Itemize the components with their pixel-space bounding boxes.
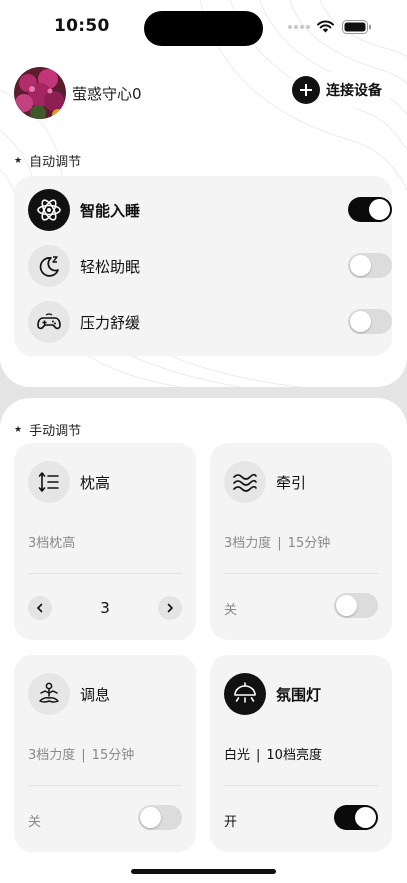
status-time: 10:50 bbox=[54, 16, 110, 36]
breath-toggle[interactable] bbox=[138, 805, 182, 830]
status-bar: 10:50 bbox=[0, 0, 407, 56]
traction-toggle[interactable] bbox=[334, 593, 378, 618]
pillow-height-header: 枕高 bbox=[28, 461, 110, 503]
auto-section-title-text: 自动调节 bbox=[29, 155, 82, 170]
wifi-icon bbox=[317, 20, 334, 33]
pillow-height-card[interactable]: 枕高 3档枕高 3 bbox=[14, 443, 196, 640]
manual-section-title: ★ 手动调节 bbox=[14, 420, 81, 439]
divider bbox=[224, 573, 378, 574]
bottom-panel: ★ 手动调节 枕高 3档枕高 3 牵引 3档力度 | 15分钟 关 调息 3档力… bbox=[0, 398, 407, 883]
user-name: 萤惑守心0 bbox=[72, 84, 142, 103]
lamp-icon bbox=[224, 673, 266, 715]
traction-header: 牵引 bbox=[224, 461, 306, 503]
smart-sleep-toggle[interactable] bbox=[348, 197, 392, 222]
chevron-right-icon bbox=[167, 603, 173, 613]
ambient-light-info: 白光 | 10档亮度 bbox=[224, 744, 322, 763]
auto-item-label: 轻松助眠 bbox=[80, 257, 141, 276]
user-profile[interactable]: 萤惑守心0 bbox=[14, 67, 142, 119]
dynamic-island bbox=[144, 11, 263, 46]
ambient-light-toggle[interactable] bbox=[334, 805, 378, 830]
ambient-light-color: 白光 bbox=[224, 748, 251, 763]
avatar[interactable] bbox=[14, 67, 66, 119]
ambient-light-brightness: 10档亮度 bbox=[266, 748, 322, 763]
breath-level: 3档力度 bbox=[28, 748, 76, 763]
breath-info: 3档力度 | 15分钟 bbox=[28, 744, 134, 763]
ambient-light-header: 氛围灯 bbox=[224, 673, 321, 715]
divider bbox=[28, 573, 182, 574]
auto-item-easy-sleep[interactable]: 轻松助眠 bbox=[28, 244, 392, 288]
star-icon: ★ bbox=[14, 155, 23, 166]
auto-section-title: ★ 自动调节 bbox=[14, 151, 81, 170]
increase-button[interactable] bbox=[158, 596, 182, 620]
info-separator: | bbox=[277, 536, 282, 551]
breath-duration: 15分钟 bbox=[91, 748, 135, 763]
auto-item-label: 智能入睡 bbox=[80, 201, 141, 220]
divider bbox=[28, 785, 182, 786]
top-panel: 10:50 萤惑守心0 连接设备 ★ 自动调节 智能入睡 轻松助眠 压力舒缓 bbox=[0, 0, 407, 387]
plus-icon bbox=[292, 76, 320, 104]
pillow-height-title: 枕高 bbox=[80, 473, 111, 492]
atom-icon bbox=[28, 189, 70, 231]
pillow-height-info: 3档枕高 bbox=[28, 536, 76, 551]
traction-status: 关 bbox=[224, 603, 238, 618]
connect-device-button[interactable]: 连接设备 bbox=[288, 72, 392, 108]
traction-duration: 15分钟 bbox=[287, 536, 331, 551]
stress-relief-toggle[interactable] bbox=[348, 309, 392, 334]
breath-status: 关 bbox=[28, 815, 42, 830]
breath-card[interactable]: 调息 3档力度 | 15分钟 关 bbox=[14, 655, 196, 852]
auto-item-stress-relief[interactable]: 压力舒缓 bbox=[28, 300, 392, 344]
waves-icon bbox=[224, 461, 266, 503]
traction-card[interactable]: 牵引 3档力度 | 15分钟 关 bbox=[210, 443, 392, 640]
chevron-left-icon bbox=[37, 603, 43, 613]
ambient-light-title: 氛围灯 bbox=[276, 685, 322, 704]
pillow-height-value: 3 bbox=[100, 599, 110, 617]
connect-device-label: 连接设备 bbox=[326, 83, 382, 99]
star-icon: ★ bbox=[14, 424, 23, 435]
cellular-signal-icon bbox=[288, 25, 310, 29]
breath-title: 调息 bbox=[80, 685, 111, 704]
height-adjust-icon bbox=[28, 461, 70, 503]
auto-item-label: 压力舒缓 bbox=[80, 313, 141, 332]
home-indicator[interactable] bbox=[131, 869, 276, 874]
info-separator: | bbox=[81, 748, 86, 763]
decrease-button[interactable] bbox=[28, 596, 52, 620]
manual-section-title-text: 手动调节 bbox=[29, 424, 82, 439]
gamepad-icon bbox=[28, 301, 70, 343]
traction-info: 3档力度 | 15分钟 bbox=[224, 532, 330, 551]
info-separator: | bbox=[256, 748, 261, 763]
divider bbox=[224, 785, 378, 786]
traction-level: 3档力度 bbox=[224, 536, 272, 551]
moon-zz-icon bbox=[28, 245, 70, 287]
ambient-light-status: 开 bbox=[224, 815, 238, 830]
auto-item-smart-sleep[interactable]: 智能入睡 bbox=[28, 188, 392, 232]
auto-adjust-card: 智能入睡 轻松助眠 压力舒缓 bbox=[14, 176, 392, 356]
meditation-icon bbox=[28, 673, 70, 715]
battery-icon bbox=[342, 20, 371, 34]
breath-header: 调息 bbox=[28, 673, 110, 715]
traction-title: 牵引 bbox=[276, 473, 307, 492]
easy-sleep-toggle[interactable] bbox=[348, 253, 392, 278]
ambient-light-card[interactable]: 氛围灯 白光 | 10档亮度 开 bbox=[210, 655, 392, 852]
